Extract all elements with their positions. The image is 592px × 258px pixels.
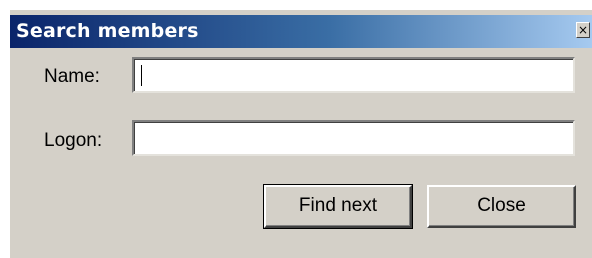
title-bar[interactable]: Search members × — [10, 15, 592, 48]
search-members-dialog: Search members × Name: Logon: Find next … — [10, 10, 592, 258]
logon-label: Logon: — [44, 130, 103, 151]
find-next-button[interactable]: Find next — [263, 184, 413, 229]
logon-input[interactable] — [132, 120, 575, 156]
close-button[interactable]: Close — [427, 185, 576, 228]
close-icon[interactable]: × — [576, 22, 590, 38]
dialog-title: Search members — [16, 20, 199, 42]
text-caret — [141, 65, 142, 86]
name-label: Name: — [44, 66, 100, 87]
name-input[interactable] — [132, 57, 575, 93]
